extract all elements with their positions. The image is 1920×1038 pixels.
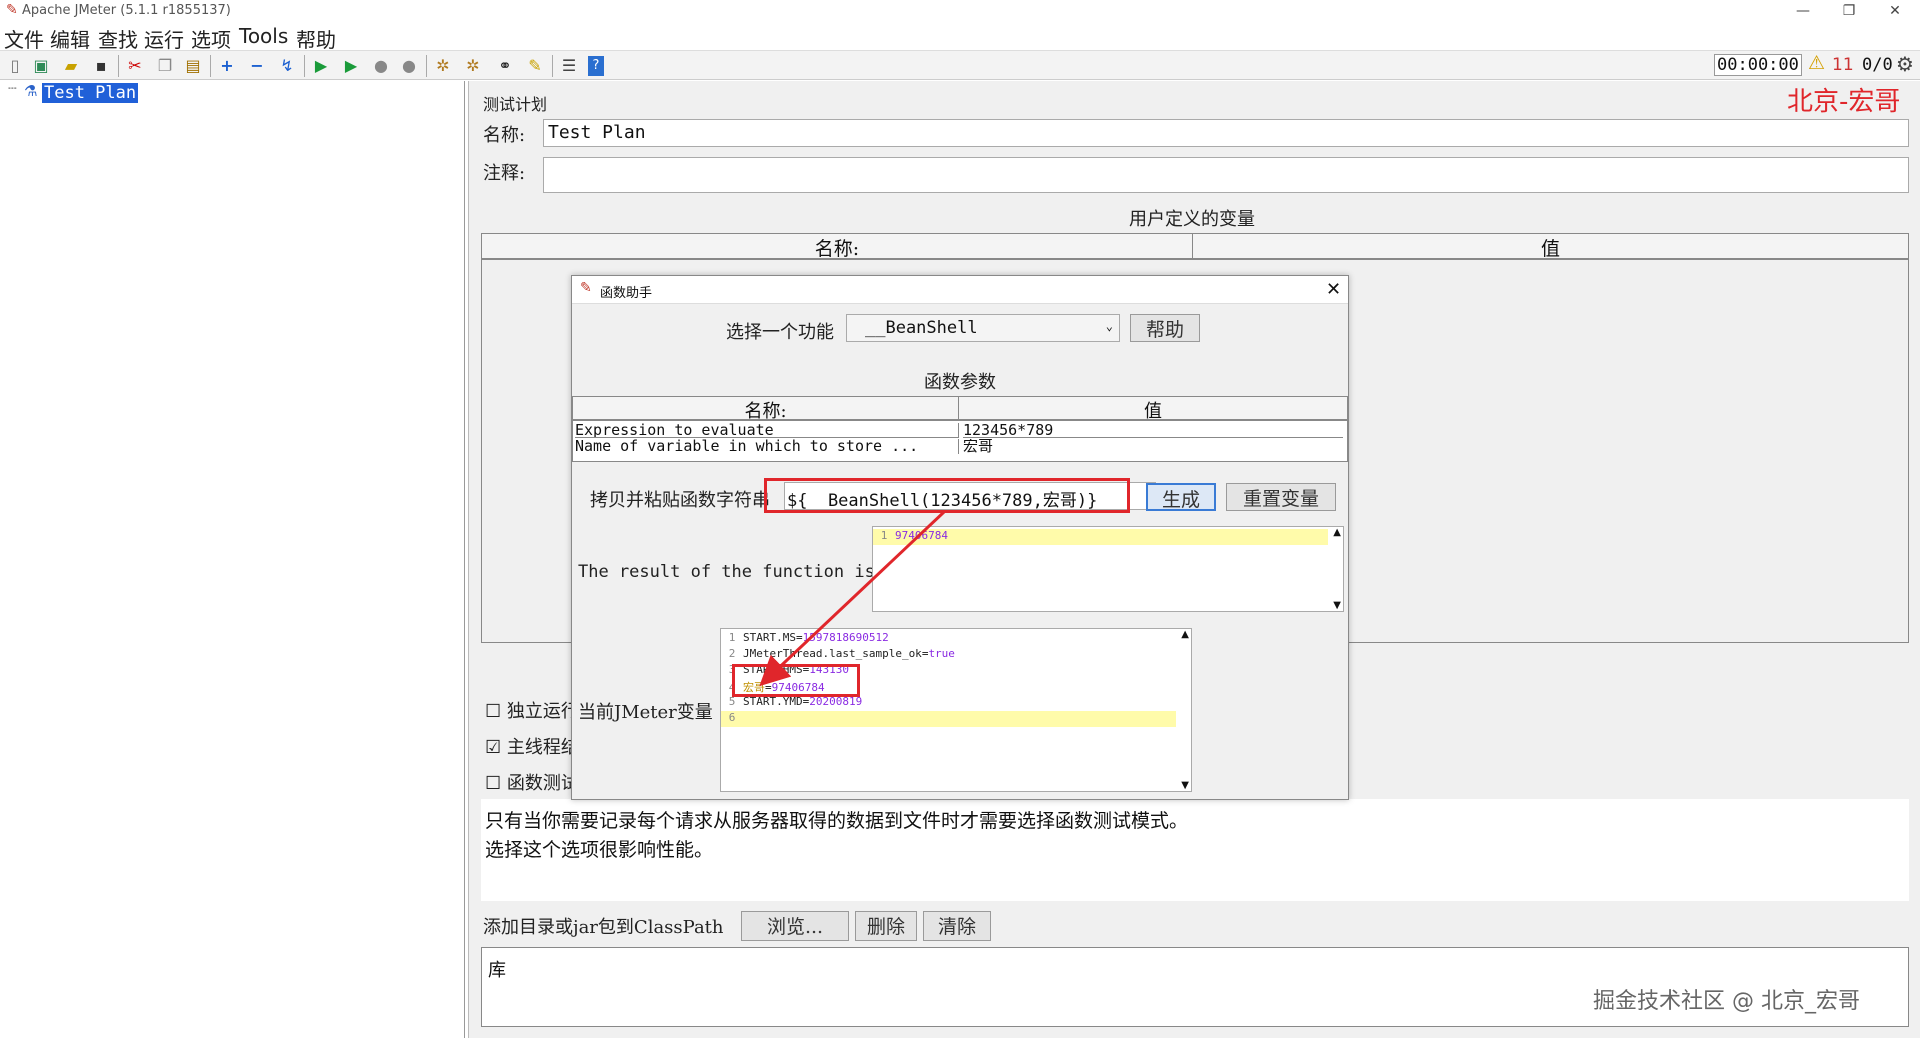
minimize-icon[interactable]: — xyxy=(1780,0,1826,22)
delete-button[interactable]: 删除 xyxy=(855,911,917,941)
cut-icon[interactable]: ✂ xyxy=(124,55,146,77)
tree-line-icon: ┄ xyxy=(8,81,17,97)
menu-search[interactable]: 查找 xyxy=(98,24,138,53)
user-vars-title: 用户定义的变量 xyxy=(1129,209,1255,230)
classpath-label: 添加目录或jar包到ClassPath xyxy=(483,917,724,938)
clear-all-icon[interactable]: ✲ xyxy=(462,55,484,77)
clear-icon[interactable]: ✲ xyxy=(432,55,454,77)
menu-edit[interactable]: 编辑 xyxy=(50,24,90,53)
user-vars-col-value[interactable]: 值 xyxy=(1193,234,1908,260)
warning-icon[interactable]: ⚠ xyxy=(1808,52,1825,74)
function-helper-icon[interactable]: ☰ xyxy=(558,55,580,77)
function-helper-dialog: ✎ 函数助手 ✕ 选择一个功能 __BeanShell ⌄ 帮助 函数参数 名称… xyxy=(571,275,1349,800)
user-vars-col-name[interactable]: 名称: xyxy=(482,234,1193,260)
browse-button[interactable]: 浏览... xyxy=(741,911,849,941)
open-icon[interactable]: ▰ xyxy=(60,55,82,77)
save-icon[interactable]: ▪ xyxy=(90,55,112,77)
stop-icon[interactable]: ● xyxy=(370,55,392,77)
functional-mode-note: 只有当你需要记录每个请求从服务器取得的数据到文件时才需要选择函数测试模式。 选择… xyxy=(481,799,1909,901)
watermark: 掘金技术社区 @ 北京_宏哥 xyxy=(1593,989,1860,1014)
toggle-icon[interactable]: ↯ xyxy=(276,55,298,77)
menu-run[interactable]: 运行 xyxy=(144,24,184,53)
paste-icon[interactable]: ▤ xyxy=(182,55,204,77)
menu-help[interactable]: 帮助 xyxy=(296,24,336,53)
thread-count: 0/0 xyxy=(1862,55,1893,75)
clear-button[interactable]: 清除 xyxy=(923,911,991,941)
brand-label: 北京-宏哥 xyxy=(1787,87,1901,117)
elapsed-timer: 00:00:00 xyxy=(1714,54,1802,76)
functional-mode-checkbox[interactable]: ☐ 函数测试 xyxy=(485,769,579,795)
menu-tools[interactable]: Tools xyxy=(239,24,288,48)
collapse-icon[interactable]: − xyxy=(246,55,268,77)
shutdown-icon[interactable]: ● xyxy=(398,55,420,77)
help-icon[interactable]: ? xyxy=(588,56,604,76)
restore-icon[interactable]: ❐ xyxy=(1826,0,1872,22)
panel-header: 测试计划 xyxy=(483,95,548,114)
comment-field[interactable] xyxy=(543,157,1909,193)
window-titlebar: ✎ Apache JMeter (5.1.1 r1855137) — ❐ ✕ xyxy=(0,0,1920,22)
reset-search-icon[interactable]: ✎ xyxy=(524,55,546,77)
standalone-checkbox[interactable]: ☐ 独立运行 xyxy=(485,697,579,723)
tree-item-test-plan[interactable]: Test Plan xyxy=(42,83,139,103)
name-label: 名称: xyxy=(483,125,526,146)
jmeter-logo-icon: ✎ xyxy=(6,2,18,18)
status-icon: ⚙ xyxy=(1896,52,1914,76)
menu-file[interactable]: 文件 xyxy=(4,24,44,53)
name-field[interactable]: Test Plan xyxy=(543,119,1909,147)
toolbar: ▯ ▣ ▰ ▪ ✂ ❐ ▤ + − ↯ ▶ ▶ ● ● ✲ ✲ ⚭ ✎ ☰ ? … xyxy=(0,50,1920,80)
new-icon[interactable]: ▯ xyxy=(4,55,26,77)
templates-icon[interactable]: ▣ xyxy=(30,55,52,77)
annotation-arrow xyxy=(759,510,946,687)
comment-label: 注释: xyxy=(483,163,526,184)
start-icon[interactable]: ▶ xyxy=(310,55,332,77)
search-icon[interactable]: ⚭ xyxy=(494,55,516,77)
menu-options[interactable]: 选项 xyxy=(191,24,231,53)
test-tree: ┄ ⚗ Test Plan xyxy=(0,81,465,1038)
menu-bar: 文件 编辑 查找 运行 选项 Tools 帮助 xyxy=(0,22,1920,52)
start-no-pause-icon[interactable]: ▶ xyxy=(340,55,362,77)
main-thread-checkbox[interactable]: ☑ 主线程结 xyxy=(485,733,579,759)
expand-icon[interactable]: + xyxy=(216,55,238,77)
warning-count: 11 xyxy=(1832,55,1854,75)
test-plan-icon: ⚗ xyxy=(24,82,38,100)
copy-icon[interactable]: ❐ xyxy=(154,55,176,77)
window-title: Apache JMeter (5.1.1 r1855137) xyxy=(22,3,231,18)
close-window-icon[interactable]: ✕ xyxy=(1872,0,1918,22)
